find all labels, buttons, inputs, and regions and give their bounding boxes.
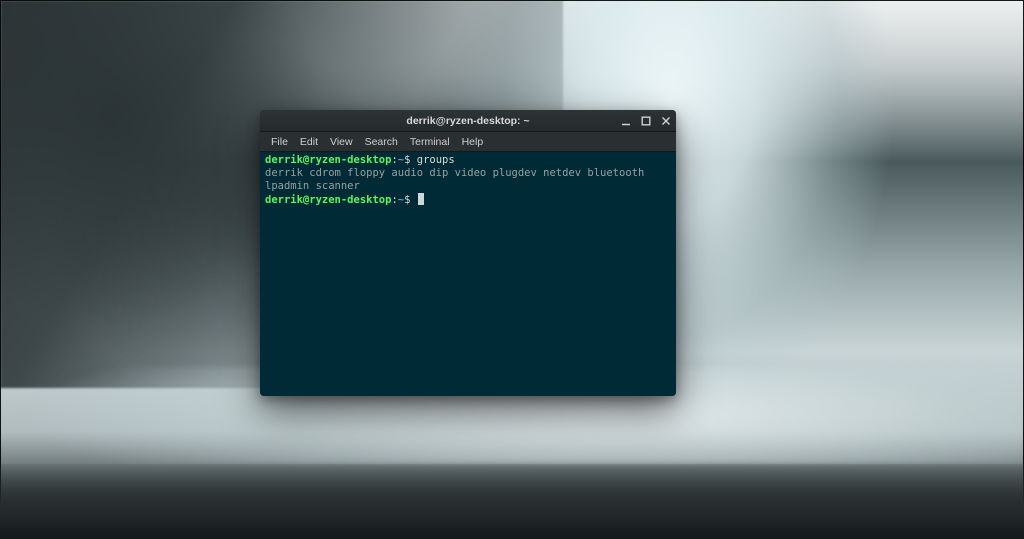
command-output: derrik cdrom floppy audio dip video plug… [265,167,651,192]
terminal-line: derrik@ryzen-desktop:~$ [265,193,671,207]
terminal-line: derrik cdrom floppy audio dip video plug… [265,167,671,193]
minimize-icon [621,116,631,126]
menu-help[interactable]: Help [457,134,489,150]
prompt-user-host: derrik@ryzen-desktop [265,194,391,206]
cursor-icon [418,193,424,205]
maximize-icon [641,116,651,126]
menu-terminal[interactable]: Terminal [405,134,455,150]
terminal-body[interactable]: derrik@ryzen-desktop:~$ groupsderrik cdr… [260,152,676,396]
window-controls [620,110,672,132]
terminal-window[interactable]: derrik@ryzen-desktop: ~ File Edit View S… [260,110,676,396]
prompt-symbol: $ [404,154,410,166]
window-title: derrik@ryzen-desktop: ~ [406,115,529,127]
close-icon [661,116,671,126]
menu-edit[interactable]: Edit [295,134,323,150]
prompt-symbol: $ [404,194,410,206]
terminal-line: derrik@ryzen-desktop:~$ groups [265,154,671,167]
close-button[interactable] [660,115,672,127]
menu-file[interactable]: File [266,134,293,150]
prompt-user-host: derrik@ryzen-desktop [265,154,391,166]
menu-view[interactable]: View [325,134,358,150]
window-titlebar[interactable]: derrik@ryzen-desktop: ~ [260,110,676,132]
maximize-button[interactable] [640,115,652,127]
minimize-button[interactable] [620,115,632,127]
desktop-wallpaper: derrik@ryzen-desktop: ~ File Edit View S… [0,0,1024,539]
command-text: groups [417,154,455,166]
menubar: File Edit View Search Terminal Help [260,132,676,152]
menu-search[interactable]: Search [360,134,403,150]
